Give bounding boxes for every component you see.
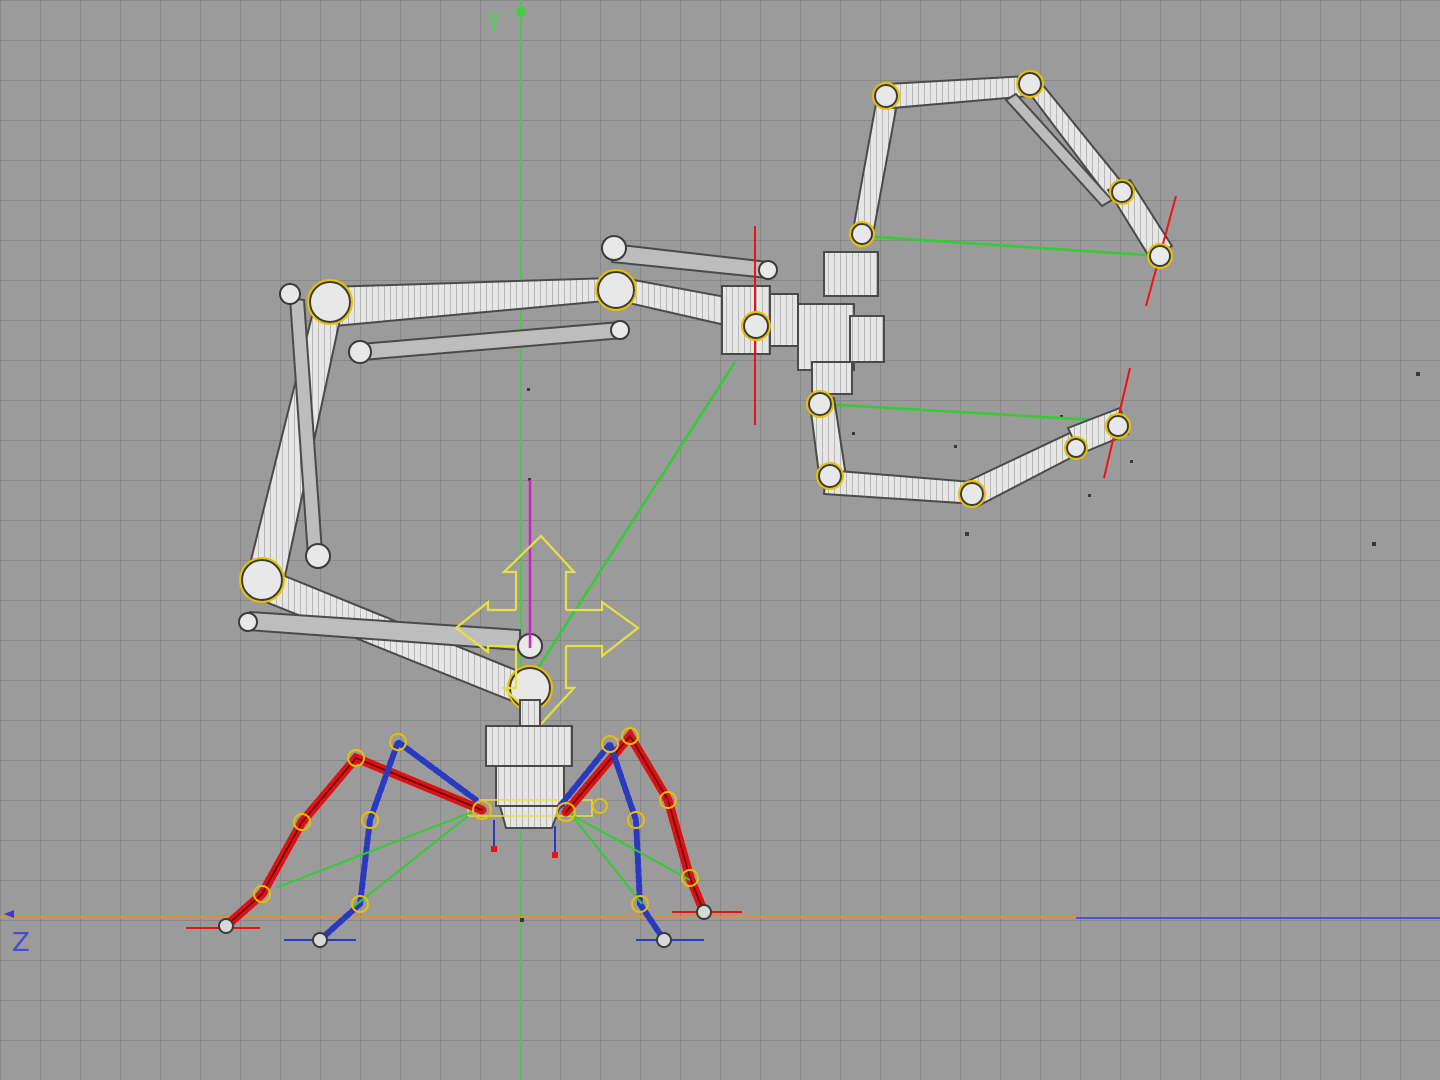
leg-joints[interactable]: [253, 727, 699, 913]
upper-claw[interactable]: [850, 72, 1174, 260]
joint-circle-icon: [1149, 245, 1171, 267]
joint-circle-icon: [305, 543, 331, 569]
joint-circle-icon: [960, 482, 984, 506]
joint-circle-icon: [1066, 438, 1086, 458]
y-axis-tip: [516, 7, 526, 17]
joint-circle-icon: [592, 798, 608, 814]
joint-circle-icon: [1107, 415, 1129, 437]
arm-bone-upper-rod: [358, 320, 626, 362]
joint-circle-icon: [279, 283, 301, 305]
arm-joints[interactable]: [238, 72, 1171, 709]
joint-circle-icon: [610, 320, 630, 340]
leg-ik-links: [275, 811, 691, 909]
joint-circle-icon: [238, 612, 258, 632]
joint-circle-icon: [758, 260, 778, 280]
joint-circle-icon: [743, 313, 769, 339]
rig-scene[interactable]: [0, 0, 1440, 1080]
joint-circle-icon: [808, 392, 832, 416]
3d-viewport[interactable]: Y Z: [0, 0, 1440, 1080]
joint-circle-icon: [818, 464, 842, 488]
joint-circle-icon: [597, 271, 635, 309]
joint-circle-icon: [1018, 72, 1042, 96]
joint-circle-icon: [851, 223, 873, 245]
joint-circle-icon: [1111, 181, 1133, 203]
arm-bone-upper: [326, 276, 618, 328]
joint-circle-icon: [241, 559, 283, 601]
stray-vertices: [520, 372, 1420, 922]
joint-circle-icon: [874, 84, 898, 108]
joint-circle-icon: [348, 340, 372, 364]
arm-bone-forearm-rod: [611, 242, 769, 280]
joint-circle-icon: [601, 235, 627, 261]
joint-circle-icon: [309, 281, 351, 323]
